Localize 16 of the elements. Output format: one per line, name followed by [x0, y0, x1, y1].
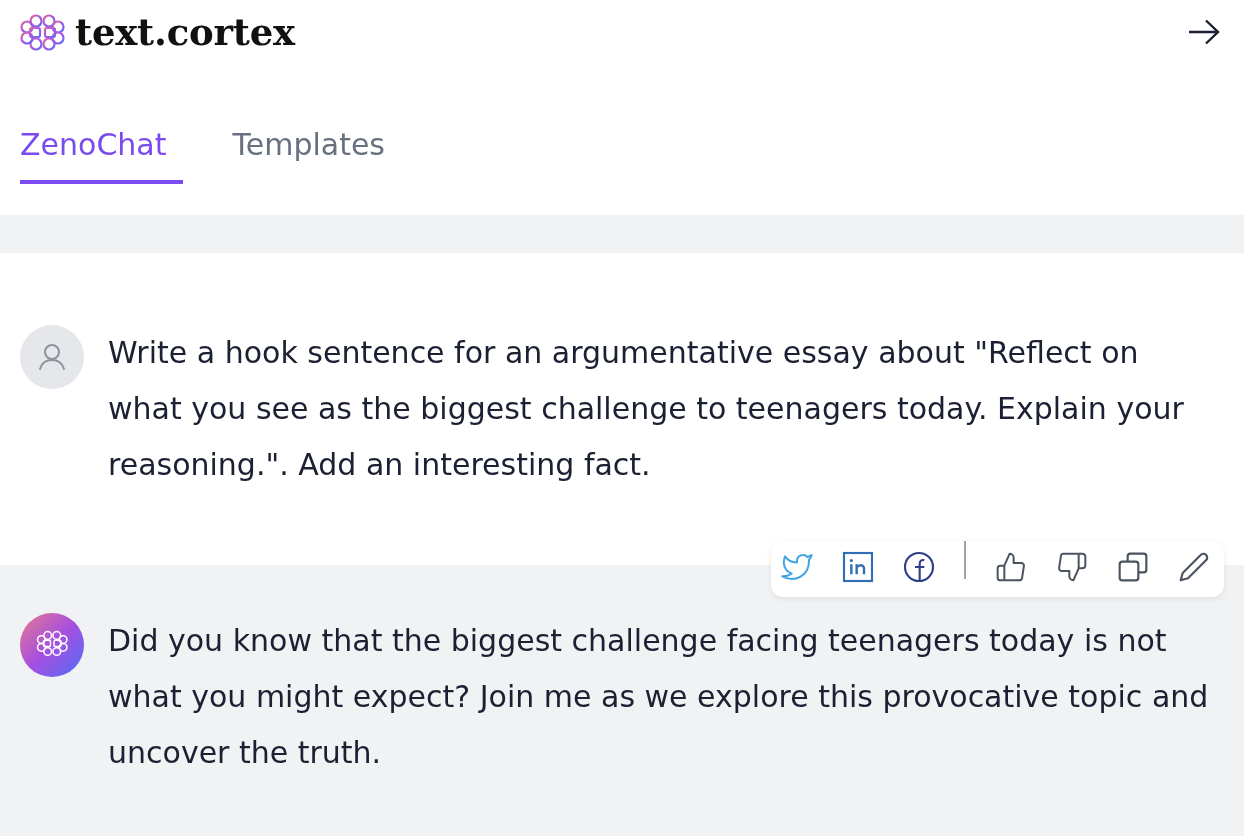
facebook-icon[interactable] — [903, 551, 935, 583]
logo-icon — [20, 13, 65, 51]
arrow-right-icon[interactable] — [1188, 19, 1220, 45]
assistant-avatar-icon — [20, 613, 84, 677]
logo-text: text.cortex — [75, 11, 295, 53]
tab[interactable]: ZenoChat — [20, 128, 184, 184]
message-text: Write a hook sentence for an argumentative essay about "Reflect on what you see as the biggest challenge to teenagers today. Explain your reasoning.". Add an interesting fact. — [108, 334, 1185, 484]
pencil-icon[interactable] — [1178, 551, 1210, 583]
message-text: Did you know that the biggest challenge facing teenagers today is not what you might expect? Join me as we explore this provocative topic and uncover the truth. — [108, 622, 1210, 772]
thumbs-up-icon[interactable] — [995, 551, 1027, 583]
user-avatar-icon — [20, 325, 84, 389]
linkedin-icon[interactable] — [842, 551, 874, 583]
bird-icon[interactable] — [781, 551, 813, 583]
copy-icon[interactable] — [1117, 551, 1149, 583]
tab[interactable]: Templates — [232, 128, 402, 184]
thumbs-down-icon[interactable] — [1056, 551, 1088, 583]
